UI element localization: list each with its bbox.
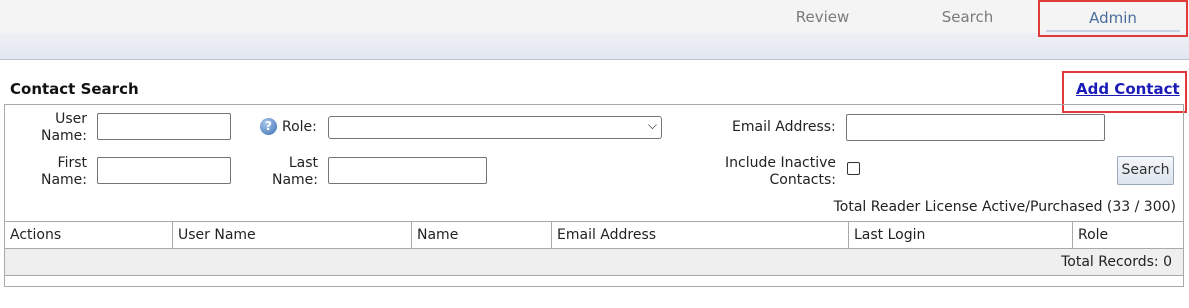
tab-admin[interactable]: Admin [1038, 0, 1188, 37]
include-inactive-label: Include Inactive Contacts: [725, 155, 836, 188]
total-records: Total Records: 0 [5, 249, 1183, 276]
column-header-user-name[interactable]: User Name [172, 222, 411, 248]
column-header-actions[interactable]: Actions [5, 222, 172, 248]
email-address-label: Email Address: [732, 119, 836, 135]
column-header-last-login[interactable]: Last Login [848, 222, 1072, 248]
first-name-input[interactable] [97, 157, 231, 184]
add-contact-link[interactable]: Add Contact [1076, 80, 1180, 98]
search-button[interactable]: Search [1117, 156, 1174, 185]
tab-review[interactable]: Review [780, 8, 865, 26]
help-icon[interactable]: ? [260, 118, 277, 135]
license-count-text: Total Reader License Active/Purchased (3… [833, 199, 1176, 215]
chevron-down-icon: ⌵ [647, 118, 657, 132]
grid-footer-spacer [5, 276, 1183, 286]
sub-nav-bar [0, 33, 1189, 60]
last-name-input[interactable] [328, 157, 487, 184]
user-name-label: User Name: [40, 111, 87, 144]
top-nav-bar [0, 0, 1189, 33]
results-grid: Actions User Name Name Email Address Las… [4, 221, 1184, 287]
tab-admin-label: Admin [1089, 9, 1137, 27]
role-select[interactable]: ⌵ [328, 116, 662, 139]
grid-header-row: Actions User Name Name Email Address Las… [5, 222, 1183, 249]
last-name-label: Last Name: [271, 155, 318, 188]
role-label: Role: [282, 119, 317, 135]
include-inactive-checkbox[interactable] [847, 162, 860, 175]
column-header-email-address[interactable]: Email Address [551, 222, 848, 248]
column-header-role[interactable]: Role [1072, 222, 1183, 248]
page-title: Contact Search [10, 80, 139, 98]
email-address-input[interactable] [846, 114, 1105, 141]
first-name-label: First Name: [40, 155, 87, 188]
tab-search[interactable]: Search [925, 8, 1010, 26]
user-name-input[interactable] [97, 113, 231, 140]
active-tab-indicator [1046, 30, 1180, 32]
column-header-name[interactable]: Name [411, 222, 551, 248]
